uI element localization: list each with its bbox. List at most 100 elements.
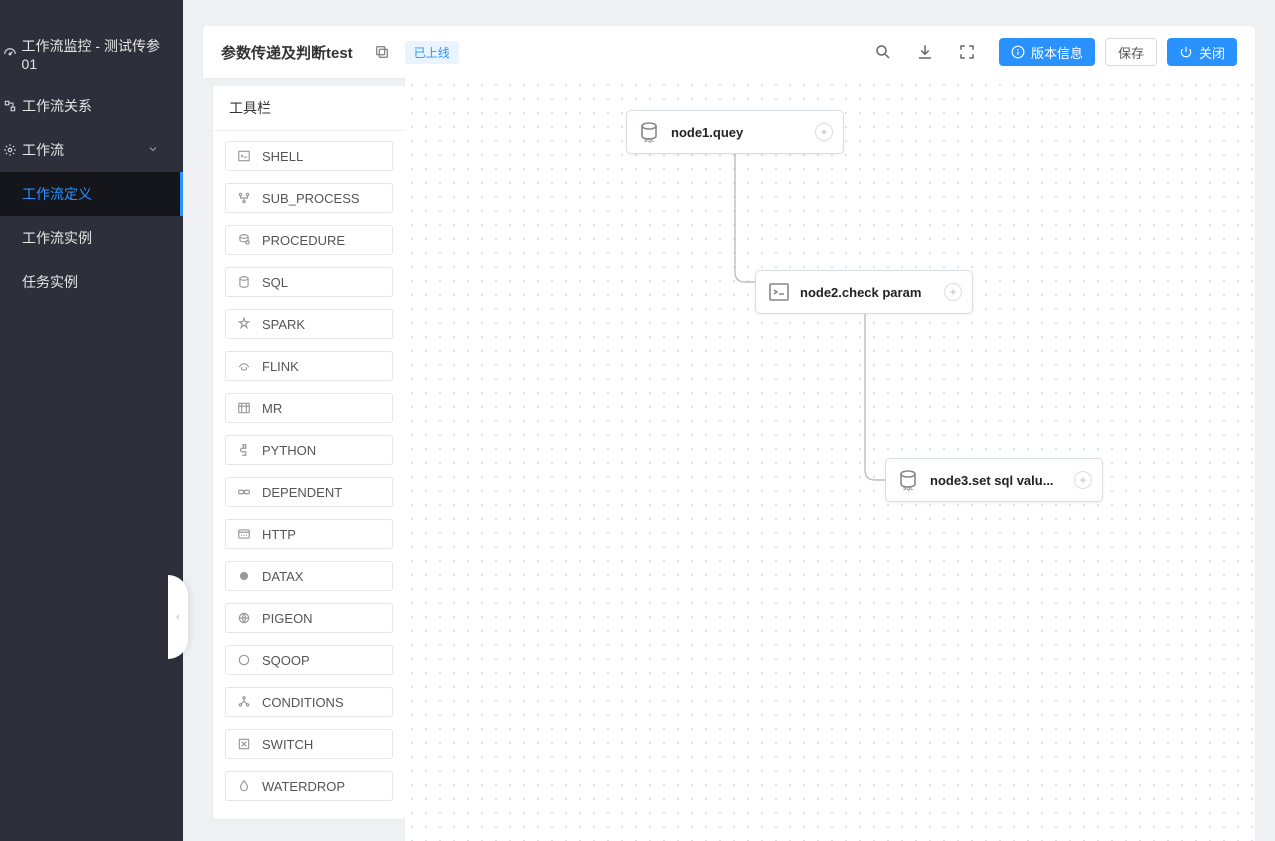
tool-waterdrop[interactable]: WATERDROP xyxy=(225,771,393,801)
tool-label: SWITCH xyxy=(262,737,313,752)
tool-label: SQL xyxy=(262,275,288,290)
main: 参数传递及判断test 已上线 版本信息 保存 关闭 xyxy=(183,0,1275,841)
sidebar-item-task-inst[interactable]: 任务实例 xyxy=(0,260,183,304)
tool-list: SHELL SUB_PROCESS PROCEDURE SQL SPARK FL… xyxy=(213,131,405,819)
tool-switch[interactable]: SWITCH xyxy=(225,729,393,759)
subprocess-icon xyxy=(236,190,252,206)
sidebar-collapse-handle[interactable] xyxy=(168,575,188,659)
dag-node-title: node2.check param xyxy=(800,285,944,300)
sidebar-item-label: 工作流关系 xyxy=(22,96,92,116)
shell-icon xyxy=(766,279,792,305)
search-icon[interactable] xyxy=(873,42,893,62)
button-label: 保存 xyxy=(1118,43,1144,62)
dashboard-icon xyxy=(2,46,18,62)
sql-icon xyxy=(236,274,252,290)
tool-label: SQOOP xyxy=(262,653,310,668)
tool-conditions[interactable]: CONDITIONS xyxy=(225,687,393,717)
add-icon[interactable]: + xyxy=(815,123,833,141)
sidebar-item-workflow-inst[interactable]: 工作流实例 xyxy=(0,216,183,260)
sidebar-item-workflow-def[interactable]: 工作流定义 xyxy=(0,172,183,216)
tool-http[interactable]: HTTP xyxy=(225,519,393,549)
sidebar-item-label: 工作流定义 xyxy=(22,184,92,204)
dag-node-2[interactable]: node2.check param + xyxy=(755,270,973,314)
tool-label: DEPENDENT xyxy=(262,485,342,500)
download-icon[interactable] xyxy=(915,42,935,62)
dag-node-3[interactable]: SQL node3.set sql valu... + xyxy=(885,458,1103,502)
power-icon xyxy=(1179,45,1193,59)
dag-canvas[interactable]: SQL node1.quey + node2.check param + SQL… xyxy=(405,78,1255,841)
tool-label: PROCEDURE xyxy=(262,233,345,248)
datax-icon xyxy=(236,568,252,584)
chevron-down-icon xyxy=(147,142,159,158)
button-label: 关闭 xyxy=(1199,43,1225,62)
status-badge: 已上线 xyxy=(405,41,459,64)
sidebar-item-label: 工作流 xyxy=(22,140,64,160)
topbar: 参数传递及判断test 已上线 版本信息 保存 关闭 xyxy=(203,26,1255,78)
tool-dependent[interactable]: DEPENDENT xyxy=(225,477,393,507)
tool-sql[interactable]: SQL xyxy=(225,267,393,297)
tool-spark[interactable]: SPARK xyxy=(225,309,393,339)
relation-icon xyxy=(2,98,18,114)
add-icon[interactable]: + xyxy=(944,283,962,301)
tool-datax[interactable]: DATAX xyxy=(225,561,393,591)
tool-python[interactable]: PYTHON xyxy=(225,435,393,465)
sidebar-item-relation[interactable]: 工作流关系 xyxy=(0,84,183,128)
sql-icon: SQL xyxy=(637,119,663,145)
sql-icon: SQL xyxy=(896,467,922,493)
sidebar-item-monitor[interactable]: 工作流监控 - 测试传参01 xyxy=(0,24,183,84)
tool-label: SPARK xyxy=(262,317,305,332)
tool-label: FLINK xyxy=(262,359,299,374)
tool-shell[interactable]: SHELL xyxy=(225,141,393,171)
sqoop-icon xyxy=(236,652,252,668)
tool-flink[interactable]: FLINK xyxy=(225,351,393,381)
tool-subprocess[interactable]: SUB_PROCESS xyxy=(225,183,393,213)
close-button[interactable]: 关闭 xyxy=(1167,38,1237,66)
svg-text:SQL: SQL xyxy=(644,138,654,144)
sidebar-item-workflow[interactable]: 工作流 xyxy=(0,128,183,172)
tool-pigeon[interactable]: PIGEON xyxy=(225,603,393,633)
procedure-icon xyxy=(236,232,252,248)
sidebar-item-label: 工作流监控 - 测试传参01 xyxy=(22,36,171,72)
tool-label: PIGEON xyxy=(262,611,313,626)
tool-label: CONDITIONS xyxy=(262,695,344,710)
toolbox: 工具栏 SHELL SUB_PROCESS PROCEDURE SQL SPAR… xyxy=(213,86,405,819)
sidebar-item-label: 工作流实例 xyxy=(22,228,92,248)
sidebar-item-label: 任务实例 xyxy=(22,272,78,292)
tool-mr[interactable]: MR xyxy=(225,393,393,423)
dependent-icon xyxy=(236,484,252,500)
tool-label: SUB_PROCESS xyxy=(262,191,360,206)
conditions-icon xyxy=(236,694,252,710)
tool-label: MR xyxy=(262,401,282,416)
pigeon-icon xyxy=(236,610,252,626)
info-icon xyxy=(1011,45,1025,59)
dag-node-1[interactable]: SQL node1.quey + xyxy=(626,110,844,154)
waterdrop-icon xyxy=(236,778,252,794)
tool-label: WATERDROP xyxy=(262,779,345,794)
button-label: 版本信息 xyxy=(1031,43,1083,62)
tool-label: PYTHON xyxy=(262,443,316,458)
gear-icon xyxy=(2,142,18,158)
tool-sqoop[interactable]: SQOOP xyxy=(225,645,393,675)
tool-label: DATAX xyxy=(262,569,303,584)
tool-label: HTTP xyxy=(262,527,296,542)
python-icon xyxy=(236,442,252,458)
shell-icon xyxy=(236,148,252,164)
spark-icon xyxy=(236,316,252,332)
toolbox-title: 工具栏 xyxy=(213,86,405,131)
add-icon[interactable]: + xyxy=(1074,471,1092,489)
tool-procedure[interactable]: PROCEDURE xyxy=(225,225,393,255)
page-title: 参数传递及判断test xyxy=(221,42,353,63)
sidebar: 工作流监控 - 测试传参01 工作流关系 工作流 工作流定义 工作流实例 任务实… xyxy=(0,0,183,841)
fullscreen-icon[interactable] xyxy=(957,42,977,62)
svg-text:SQL: SQL xyxy=(903,486,913,492)
flink-icon xyxy=(236,358,252,374)
version-button[interactable]: 版本信息 xyxy=(999,38,1095,66)
http-icon xyxy=(236,526,252,542)
copy-icon[interactable] xyxy=(373,43,391,61)
save-button[interactable]: 保存 xyxy=(1105,38,1157,66)
switch-icon xyxy=(236,736,252,752)
tool-label: SHELL xyxy=(262,149,303,164)
dag-node-title: node1.quey xyxy=(671,125,815,140)
mr-icon xyxy=(236,400,252,416)
dag-node-title: node3.set sql valu... xyxy=(930,473,1074,488)
